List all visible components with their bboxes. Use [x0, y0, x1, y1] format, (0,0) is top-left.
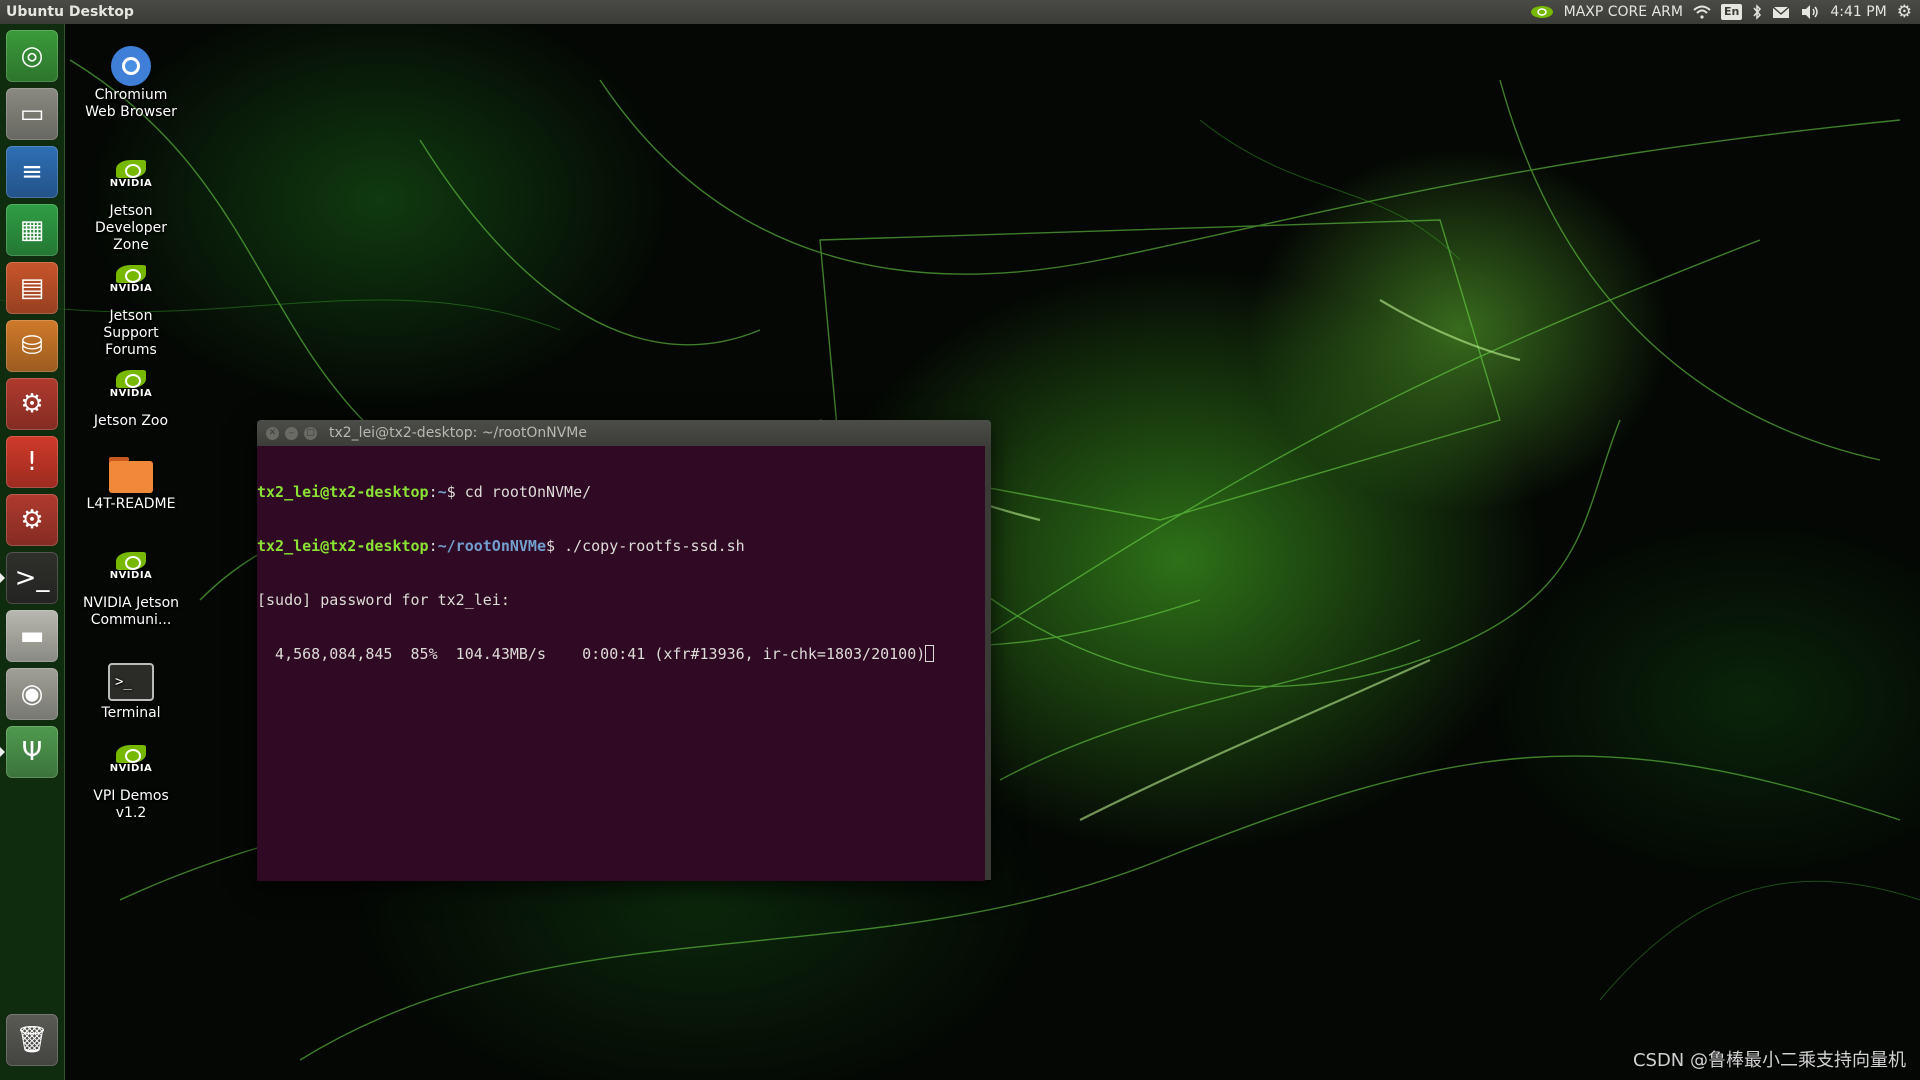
running-indicator	[0, 573, 5, 583]
nvidia-logo-icon: NVIDIA	[107, 265, 155, 305]
prompt-user: tx2_lei@tx2-desktop	[257, 537, 429, 555]
usb-drive-icon: Ψ	[21, 737, 43, 767]
folder-icon	[107, 453, 155, 493]
software-center-icon: ⛁	[21, 331, 43, 361]
command-text: cd rootOnNVMe/	[464, 483, 592, 501]
prompt-symbol: $	[546, 537, 565, 555]
close-button[interactable]: ✕	[266, 426, 279, 440]
terminal-cursor	[925, 645, 935, 662]
rsync-progress-text: 4,568,084,845 85% 104.43MB/s 0:00:41 (xf…	[257, 645, 926, 663]
launcher-item-hard-drive[interactable]: ◉	[6, 668, 58, 720]
desktop-icon-label: Jetson Support Forums	[103, 308, 159, 358]
running-indicator	[0, 747, 5, 757]
mail-icon[interactable]	[1772, 2, 1790, 22]
desktop-icon-label: Terminal	[101, 705, 161, 721]
nvidia-logo-icon: NVIDIA	[107, 370, 155, 410]
software-updater-icon: !	[26, 447, 38, 477]
wifi-icon[interactable]	[1693, 2, 1711, 22]
desktop-icon-jetson-zoo[interactable]: NVIDIA Jetson Zoo	[81, 370, 181, 430]
libreoffice-calc-icon: ▦	[19, 215, 45, 245]
launcher-item-terminal[interactable]: >_	[6, 552, 58, 604]
volume-icon[interactable]	[1800, 2, 1820, 22]
maximize-button[interactable]: □	[304, 426, 317, 440]
launcher-item-system-settings-2[interactable]: ⚙	[6, 494, 58, 546]
prompt-path: ~	[437, 483, 447, 501]
launcher-item-files[interactable]: ▭	[6, 88, 58, 140]
sudo-prompt-text: [sudo] password for tx2_lei:	[257, 591, 510, 609]
desktop-icon-jetson-support-forums[interactable]: NVIDIA Jetson Support Forums	[81, 265, 181, 359]
minimize-button[interactable]: –	[285, 426, 298, 440]
terminal-line: [sudo] password for tx2_lei:	[257, 591, 985, 609]
desktop-icon-label: NVIDIA Jetson Communi...	[82, 595, 180, 628]
bluetooth-icon[interactable]	[1752, 2, 1762, 22]
ubuntu-dash-icon: ◎	[20, 41, 44, 71]
command-text: ./copy-rootfs-ssd.sh	[564, 537, 745, 555]
desktop-icon-jetson-developer-zone[interactable]: NVIDIA Jetson Developer Zone	[81, 160, 181, 254]
nvidia-logo-icon: NVIDIA	[107, 552, 155, 592]
terminal-icon: >_	[107, 662, 155, 702]
settings-gear-icon[interactable]: ⚙	[1897, 2, 1912, 22]
launcher-item-libreoffice-calc[interactable]: ▦	[6, 204, 58, 256]
launcher-item-software-updater[interactable]: !	[6, 436, 58, 488]
hard-drive-icon: ◉	[20, 679, 44, 709]
system-settings-2-icon: ⚙	[20, 505, 44, 535]
prompt-symbol: $	[446, 483, 465, 501]
launcher-item-removable-drive[interactable]: ▬	[6, 610, 58, 662]
libreoffice-impress-icon: ▤	[19, 273, 45, 303]
launcher-item-libreoffice-impress[interactable]: ▤	[6, 262, 58, 314]
removable-drive-icon: ▬	[19, 621, 45, 651]
terminal-titlebar[interactable]: ✕ – □ tx2_lei@tx2-desktop: ~/rootOnNVMe	[257, 420, 991, 446]
prompt-path: ~/rootOnNVMe	[437, 537, 546, 555]
desktop-icon-label: Jetson Zoo	[93, 413, 169, 429]
desktop-icon-nvidia-jetson-community[interactable]: NVIDIA NVIDIA Jetson Communi...	[81, 552, 181, 629]
launcher-item-ubuntu-dash[interactable]: ◎	[6, 30, 58, 82]
libreoffice-writer-icon: ≡	[21, 157, 43, 187]
svg-text:>_: >_	[115, 674, 132, 690]
terminal-title: tx2_lei@tx2-desktop: ~/rootOnNVMe	[329, 425, 587, 441]
terminal-output[interactable]: tx2_lei@tx2-desktop:~$ cd rootOnNVMe/ tx…	[257, 446, 985, 881]
desktop-icon-chromium[interactable]: Chromium Web Browser	[81, 44, 181, 121]
nvidia-logo-icon: NVIDIA	[107, 160, 155, 200]
desktop-icon-label: L4T-README	[86, 496, 176, 512]
launcher-item-system-settings[interactable]: ⚙	[6, 378, 58, 430]
launcher-item-libreoffice-writer[interactable]: ≡	[6, 146, 58, 198]
desktop-icon-l4t-readme[interactable]: L4T-README	[81, 453, 181, 513]
desktop-icon-label: VPI Demos v1.2	[93, 788, 169, 821]
terminal-line: 4,568,084,845 85% 104.43MB/s 0:00:41 (xf…	[257, 645, 985, 663]
panel-title: Ubuntu Desktop	[6, 4, 134, 20]
desktop-icon-label: Jetson Developer Zone	[94, 203, 167, 253]
unity-launcher: ◎ ▭ ≡ ▦ ▤ ⛁ ⚙! ⚙ >_ ▬ ◉ Ψ 🗑	[0, 24, 65, 1080]
desktop-icon-vpi-demos[interactable]: NVIDIA VPI Demos v1.2	[81, 745, 181, 822]
terminal-line: tx2_lei@tx2-desktop:~$ cd rootOnNVMe/	[257, 483, 592, 501]
system-settings-icon: ⚙	[20, 389, 44, 419]
watermark: CSDN @鲁棒最小二乘支持向量机	[1632, 1050, 1906, 1071]
terminal-window[interactable]: ✕ – □ tx2_lei@tx2-desktop: ~/rootOnNVMe …	[257, 420, 991, 881]
keyboard-icon[interactable]: En	[1720, 4, 1743, 20]
terminal-line: tx2_lei@tx2-desktop:~/rootOnNVMe$ ./copy…	[257, 537, 745, 555]
terminal-scrollbar[interactable]	[985, 446, 991, 880]
trash-icon: 🗑	[15, 1025, 49, 1055]
power-mode-label[interactable]: MAXP CORE ARM	[1564, 4, 1683, 20]
files-icon: ▭	[19, 99, 45, 129]
terminal-icon: >_	[14, 563, 50, 593]
prompt-user: tx2_lei@tx2-desktop	[257, 483, 429, 501]
launcher-item-software-center[interactable]: ⛁	[6, 320, 58, 372]
desktop-icon-label: Chromium Web Browser	[85, 87, 177, 120]
clock[interactable]: 4:41 PM	[1830, 4, 1886, 20]
nvidia-icon[interactable]	[1530, 2, 1554, 22]
chromium-icon	[107, 44, 155, 86]
launcher-item-trash[interactable]: 🗑	[6, 1014, 58, 1066]
panel-indicators: MAXP CORE ARM En 4:41 PM ⚙	[1530, 2, 1920, 22]
top-panel: Ubuntu Desktop MAXP CORE ARM En 4:41 PM …	[0, 0, 1920, 24]
nvidia-logo-icon: NVIDIA	[107, 745, 155, 785]
desktop-icon-terminal[interactable]: >_ Terminal	[81, 662, 181, 722]
launcher-item-usb-drive[interactable]: Ψ	[6, 726, 58, 778]
